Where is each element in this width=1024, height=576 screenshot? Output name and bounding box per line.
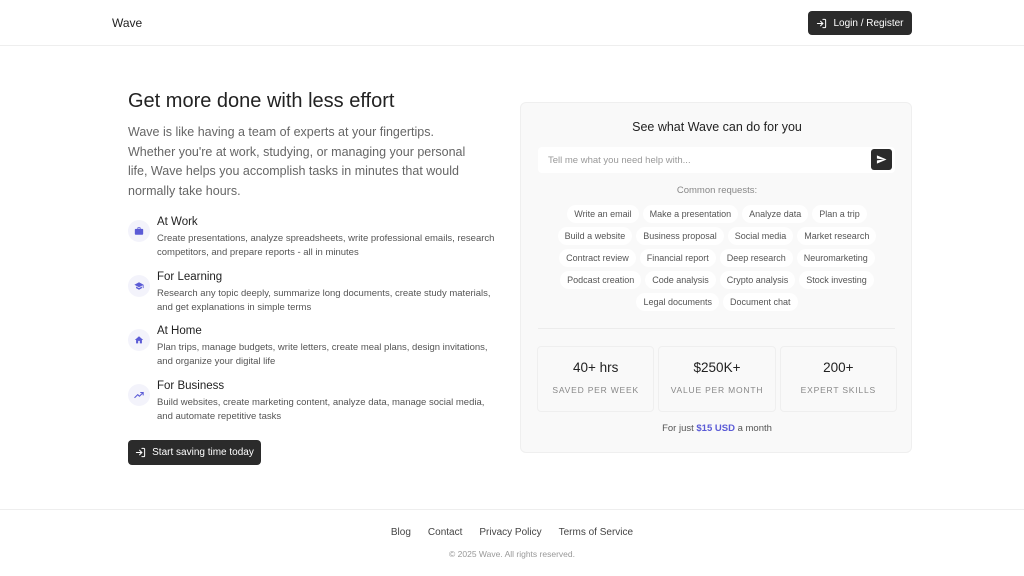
price-amount: $15 USD [696, 423, 735, 434]
chip-write-an-email[interactable]: Write an email [567, 205, 639, 223]
top-header: Wave Login / Register [0, 0, 1024, 46]
stat-card: 40+ hrs SAVED PER WEEK [537, 346, 655, 412]
feature-title: At Work [157, 216, 198, 228]
feature-title: At Home [157, 325, 202, 337]
chip-legal-documents[interactable]: Legal documents [636, 293, 719, 311]
hero-title: Get more done with less effort [128, 90, 395, 112]
stat-value: 200+ [823, 360, 854, 375]
chip-document-chat[interactable]: Document chat [723, 293, 798, 311]
send-icon [876, 155, 887, 164]
chip-code-analysis[interactable]: Code analysis [645, 271, 716, 289]
price-prefix: For just [662, 423, 694, 434]
footer-link-terms-of-service[interactable]: Terms of Service [559, 527, 633, 538]
login-icon [136, 447, 146, 458]
stat-value: $250K+ [693, 360, 741, 375]
chip-crypto-analysis[interactable]: Crypto analysis [719, 271, 796, 289]
stat-value: 40+ hrs [572, 360, 619, 375]
chip-market-research[interactable]: Market research [797, 227, 877, 245]
feature-description: Build websites, create marketing content… [157, 397, 485, 422]
chip-stock-investing[interactable]: Stock investing [799, 271, 874, 289]
home-icon [128, 329, 150, 351]
chip-plan-a-trip[interactable]: Plan a trip [812, 205, 867, 223]
start-saving-label: Start saving time today [152, 447, 254, 458]
footer-link-blog[interactable]: Blog [391, 527, 411, 538]
chip-analyze-data[interactable]: Analyze data [742, 205, 809, 223]
chip-neuromarketing[interactable]: Neuromarketing [796, 249, 875, 267]
card-divider [538, 328, 895, 329]
login-register-button[interactable]: Login / Register [808, 11, 912, 35]
login-icon [817, 18, 827, 28]
chip-contract-review[interactable]: Contract review [559, 249, 636, 267]
card-title: See what Wave can do for you [632, 120, 802, 134]
demo-card: See what Wave can do for you Common requ… [520, 102, 912, 453]
feature-description: Create presentations, analyze spreadshee… [157, 233, 495, 258]
chip-deep-research[interactable]: Deep research [719, 249, 793, 267]
pricing-text: For just $15 USD a month [521, 423, 913, 434]
copyright-text: © 2025 Wave. All rights reserved. [449, 549, 575, 559]
page-footer: Blog Contact Privacy Policy Terms of Ser… [0, 509, 1024, 576]
feature-title: For Learning [157, 271, 223, 283]
chip-social-media[interactable]: Social media [727, 227, 794, 245]
chip-business-proposal[interactable]: Business proposal [636, 227, 724, 245]
feature-description: Plan trips, manage budgets, write letter… [157, 342, 488, 367]
chip-financial-report[interactable]: Financial report [639, 249, 716, 267]
brand-logo[interactable]: Wave [112, 16, 142, 30]
common-requests-label: Common requests: [676, 185, 758, 196]
footer-links: Blog Contact Privacy Policy Terms of Ser… [0, 527, 1024, 538]
start-saving-button[interactable]: Start saving time today [128, 440, 261, 465]
chip-podcast-creation[interactable]: Podcast creation [560, 271, 642, 289]
feature-description: Research any topic deeply, summarize lon… [157, 288, 491, 313]
feature-title: For Business [157, 380, 225, 392]
login-register-label: Login / Register [833, 17, 904, 29]
stat-card: 200+ EXPERT SKILLS [779, 346, 897, 412]
hero-description: Wave is like having a team of experts at… [128, 125, 466, 198]
help-request-input[interactable] [538, 147, 895, 173]
footer-link-privacy-policy[interactable]: Privacy Policy [479, 527, 541, 538]
footer-link-contact[interactable]: Contact [428, 527, 462, 538]
chip-build-a-website[interactable]: Build a website [557, 227, 633, 245]
send-button[interactable] [871, 149, 892, 170]
chip-make-a-presentation[interactable]: Make a presentation [642, 205, 739, 223]
stat-label: VALUE PER MONTH [670, 385, 764, 395]
stat-label: SAVED PER WEEK [552, 385, 639, 395]
stat-label: EXPERT SKILLS [800, 385, 876, 395]
stat-card: $250K+ VALUE PER MONTH [658, 346, 776, 412]
request-chips: Write an email Make a presentation Analy… [557, 205, 877, 311]
price-suffix: a month [737, 423, 772, 434]
stats-row: 40+ hrs SAVED PER WEEK $250K+ VALUE PER … [537, 346, 897, 412]
graduation-cap-icon [128, 275, 150, 297]
briefcase-icon [128, 220, 150, 242]
trending-up-icon [128, 384, 150, 406]
